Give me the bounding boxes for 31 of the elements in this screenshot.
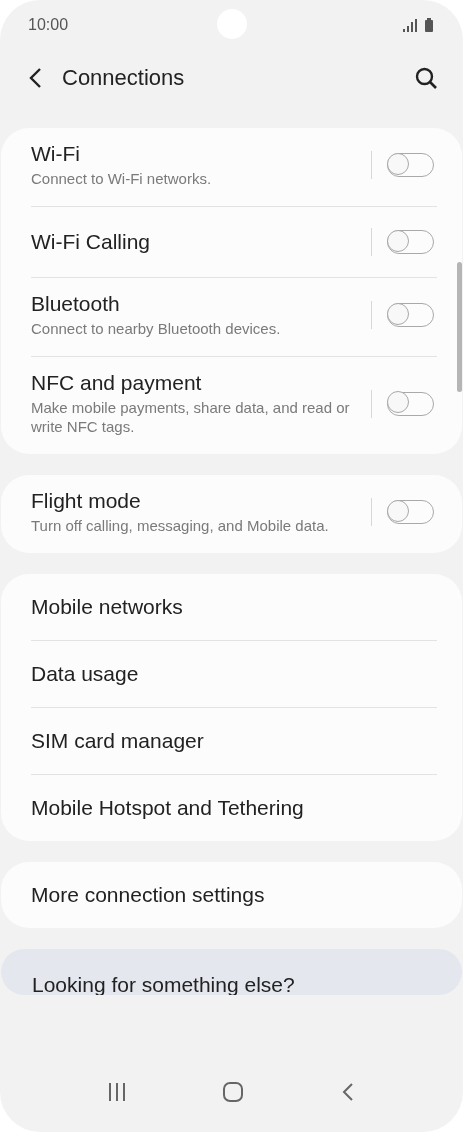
setting-row[interactable]: More connection settings: [31, 862, 437, 928]
setting-description: Connect to Wi-Fi networks.: [31, 169, 213, 188]
home-icon[interactable]: [222, 1081, 245, 1103]
setting-title: Wi-Fi Calling: [31, 230, 151, 254]
setting-title: Flight mode: [31, 489, 142, 513]
setting-row[interactable]: Mobile networks: [31, 574, 437, 640]
setting-row[interactable]: SIM card manager: [31, 708, 437, 774]
setting-description: Make mobile payments, share data, and read or write NFC tags.: [31, 398, 351, 436]
recent-apps-icon[interactable]: [108, 1082, 127, 1102]
setting-row[interactable]: NFC and payment Make mobile payments, share data, and read or write NFC tags.: [31, 357, 437, 454]
setting-title: SIM card manager: [31, 729, 205, 753]
page-title: Connections: [62, 64, 186, 91]
search-icon[interactable]: [415, 66, 437, 89]
setting-description: Connect to nearby Bluetooth devices.: [31, 319, 282, 338]
setting-title: Wi-Fi: [31, 142, 81, 166]
setting-row[interactable]: Bluetooth Connect to nearby Bluetooth devices.: [31, 278, 437, 356]
setting-title: Data usage: [31, 662, 140, 686]
setting-row[interactable]: Mobile Hotspot and Tethering: [31, 775, 437, 841]
setting-title: Mobile networks: [31, 595, 184, 619]
setting-description: Turn off calling, messaging, and Mobile data.: [31, 516, 330, 535]
setting-row[interactable]: Flight mode Turn off calling, messaging, and Mobile data.: [31, 475, 437, 553]
status-icons: [403, 18, 435, 32]
setting-title: Mobile Hotspot and Tethering: [31, 796, 305, 820]
setting-row[interactable]: Wi-Fi Calling: [31, 207, 437, 277]
setting-title: More connection settings: [31, 883, 266, 907]
status-time: 10:00: [28, 16, 69, 34]
setting-row[interactable]: Wi-Fi Connect to Wi-Fi networks.: [31, 128, 437, 206]
setting-title: Bluetooth: [31, 292, 121, 316]
setting-row[interactable]: Data usage: [31, 641, 437, 707]
back-icon[interactable]: [28, 66, 42, 89]
setting-title: NFC and payment: [31, 371, 203, 395]
